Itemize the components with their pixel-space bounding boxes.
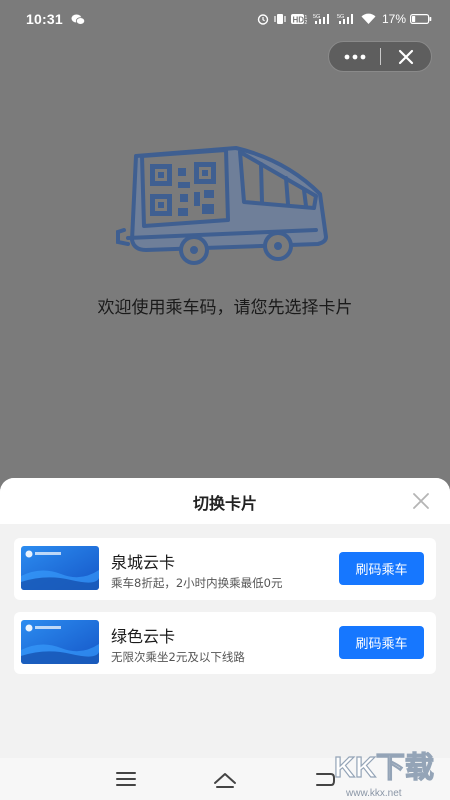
card-name: 绿色云卡 <box>111 627 176 646</box>
sheet-title: 切换卡片 <box>192 494 257 513</box>
alarm-icon <box>257 14 269 25</box>
more-button[interactable] <box>329 42 380 71</box>
card-description: 乘车8折起，2小时内换乘最低0元 <box>111 576 283 590</box>
home-icon[interactable] <box>213 768 237 790</box>
battery-icon <box>410 14 432 25</box>
watermark-logo: KK下载 www.kkx.net <box>333 750 434 799</box>
wechat-icon <box>71 14 85 25</box>
wifi-icon <box>361 13 376 24</box>
card-item-quancheng[interactable]: 泉城云卡 乘车8折起，2小时内换乘最低0元 刷码乘车 <box>14 538 436 600</box>
menu-icon[interactable] <box>114 768 138 790</box>
card-name: 泉城云卡 <box>111 553 176 572</box>
battery-percent: 17% <box>381 12 406 26</box>
scan-ride-button[interactable]: 刷码乘车 <box>339 626 424 659</box>
status-icons: HD 1 2 5G 5G 17% <box>257 12 432 26</box>
close-icon[interactable] <box>411 491 431 511</box>
sheet-header: 切换卡片 <box>0 478 450 524</box>
close-icon <box>398 49 414 64</box>
card-description: 无限次乘坐2元及以下线路 <box>111 650 245 664</box>
signal-5g-icon: 5G <box>313 14 329 24</box>
svg-text:www.kkx.net: www.kkx.net <box>345 788 402 799</box>
welcome-text: 欢迎使用乘车码，请您先选择卡片 <box>97 298 353 318</box>
scan-ride-button[interactable]: 刷码乘车 <box>339 552 424 585</box>
svg-text:2: 2 <box>304 20 307 25</box>
close-mini-program-button[interactable] <box>381 42 431 71</box>
card-thumbnail <box>21 546 99 590</box>
more-dots-icon <box>344 54 365 59</box>
vibrate-icon <box>274 14 286 24</box>
svg-text:KK下载: KK下载 <box>334 751 434 784</box>
mini-program-capsule <box>328 41 432 72</box>
card-item-green[interactable]: 绿色云卡 无限次乘坐2元及以下线路 刷码乘车 <box>14 612 436 674</box>
bus-qr-icon <box>116 146 328 265</box>
card-thumbnail <box>21 620 99 664</box>
signal-5g-icon: 5G <box>337 14 353 24</box>
status-bar: 10:31 HD 1 2 5G 5G 17% <box>0 0 450 38</box>
status-time: 10:31 <box>26 11 63 27</box>
svg-text:HD: HD <box>292 16 304 25</box>
hd-icon: HD 12 <box>290 14 307 25</box>
